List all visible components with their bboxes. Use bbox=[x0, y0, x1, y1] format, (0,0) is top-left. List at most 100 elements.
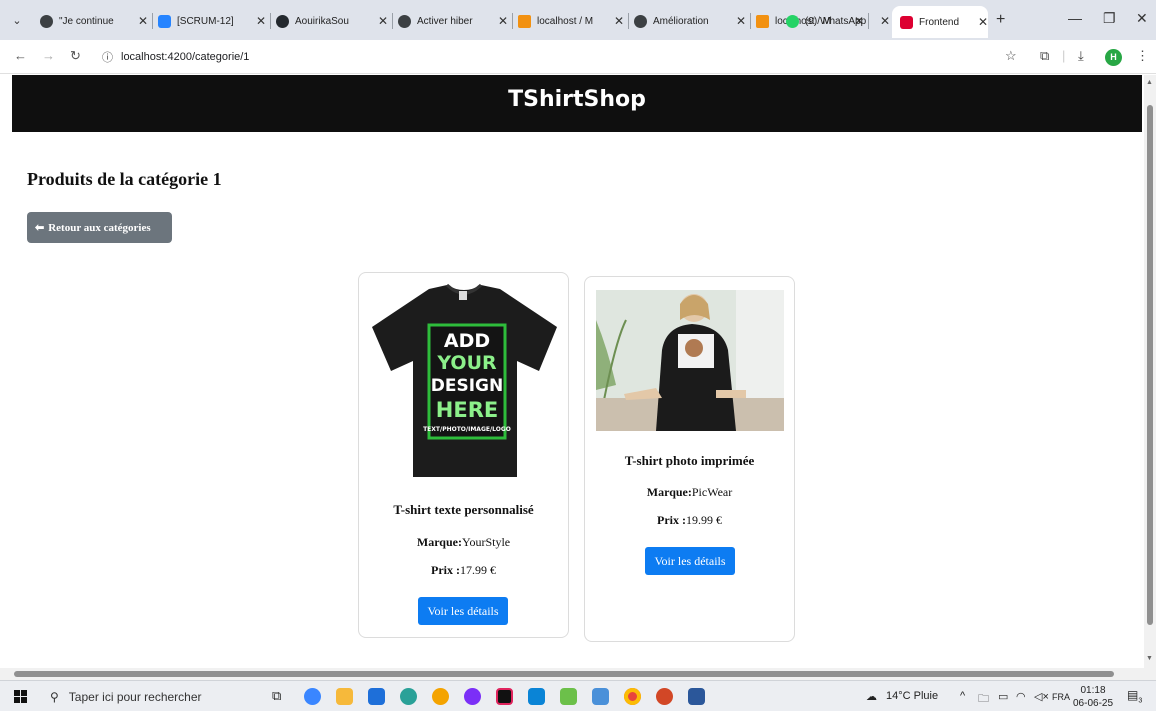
app-icon[interactable] bbox=[432, 688, 449, 705]
profile-avatar[interactable]: H bbox=[1105, 49, 1122, 66]
address-bar: ← → ↻ ⓘ localhost:4200/categorie/1 ☆ ⧉ |… bbox=[0, 40, 1156, 74]
tab-label: "Je continue bbox=[59, 15, 114, 27]
browser-tab[interactable]: [SCRUM-12] ✕ bbox=[158, 9, 266, 33]
file-explorer-icon[interactable] bbox=[336, 688, 353, 705]
close-tab-icon[interactable]: ✕ bbox=[614, 14, 624, 28]
github-favicon-icon bbox=[276, 14, 289, 28]
volume-icon[interactable]: ◁× bbox=[1034, 690, 1049, 703]
jira-favicon-icon bbox=[158, 14, 171, 28]
product-name: T-shirt photo imprimée bbox=[624, 453, 755, 468]
weather-text[interactable]: 14°C Pluie bbox=[886, 690, 938, 702]
new-tab-button[interactable]: + bbox=[996, 11, 1005, 29]
download-icon[interactable]: ⤓ bbox=[1078, 48, 1084, 64]
product-image-photo-tshirt[interactable] bbox=[596, 290, 784, 431]
left-arrow-icon: ⬅ bbox=[35, 222, 45, 234]
forward-arrow-icon[interactable]: → bbox=[42, 48, 55, 63]
browser-tab[interactable]: Activer hiber ✕ bbox=[398, 9, 508, 33]
notification-icon[interactable]: ▤3 bbox=[1127, 688, 1143, 704]
close-tab-icon[interactable]: ✕ bbox=[978, 15, 988, 29]
browser-tab[interactable]: AouirikaSou ✕ bbox=[276, 9, 388, 33]
word-icon[interactable] bbox=[688, 688, 705, 705]
page-viewport: TShirtShop Produits de la catégorie 1 ⬅ … bbox=[0, 75, 1144, 668]
minimize-icon[interactable]: — bbox=[1068, 10, 1082, 26]
phpmyadmin-favicon-icon bbox=[518, 14, 531, 28]
back-to-categories-button[interactable]: ⬅ Retour aux catégories bbox=[27, 212, 172, 243]
restore-icon[interactable]: ❐ bbox=[1103, 10, 1116, 27]
product-card: ADD YOUR DESIGN HERE TEXT/PHOTO/IMAGE/LO… bbox=[358, 272, 569, 638]
product-image-tshirt-design[interactable]: ADD YOUR DESIGN HERE TEXT/PHOTO/IMAGE/LO… bbox=[367, 281, 562, 479]
close-tab-icon[interactable]: ✕ bbox=[256, 14, 266, 28]
language-indicator[interactable]: FRA bbox=[1052, 692, 1070, 702]
taskbar-clock[interactable]: 01:18 06-06-25 bbox=[1073, 684, 1113, 710]
clock-time: 01:18 bbox=[1080, 685, 1106, 696]
close-tab-icon[interactable]: ✕ bbox=[378, 14, 388, 28]
close-tab-icon[interactable]: ✕ bbox=[736, 14, 746, 28]
view-details-button[interactable]: Voir les détails bbox=[418, 597, 508, 625]
wifi-icon[interactable]: ◠ bbox=[1016, 690, 1026, 703]
site-brand[interactable]: TShirtShop bbox=[12, 87, 1142, 112]
tray-chevron-icon[interactable]: ^ bbox=[960, 690, 965, 702]
windows-start-icon[interactable] bbox=[14, 690, 27, 703]
tab-label: (9) WhatsApp bbox=[805, 15, 867, 27]
browser-tab[interactable]: localhost / M ✕ bbox=[518, 9, 624, 33]
site-info-icon[interactable]: ⓘ bbox=[102, 49, 113, 65]
page-title: Produits de la catégorie 1 bbox=[27, 169, 222, 189]
app-icon[interactable] bbox=[592, 688, 609, 705]
image-text: DESIGN bbox=[431, 376, 503, 396]
extensions-icon[interactable]: ⧉ bbox=[1040, 48, 1049, 64]
close-window-icon[interactable]: ✕ bbox=[1136, 10, 1148, 27]
bookmark-star-icon[interactable]: ☆ bbox=[1005, 48, 1017, 64]
weather-icon[interactable]: ☁ bbox=[866, 690, 877, 703]
browser-tab[interactable]: (9) WhatsApp ✕ bbox=[786, 9, 890, 33]
powerpoint-icon[interactable] bbox=[656, 688, 673, 705]
back-arrow-icon[interactable]: ← bbox=[14, 48, 27, 63]
search-placeholder: Taper ici pour rechercher bbox=[68, 689, 202, 704]
image-text: YOUR bbox=[436, 352, 497, 374]
close-tab-icon[interactable]: ✕ bbox=[880, 14, 890, 28]
task-view-icon[interactable]: ⧉ bbox=[272, 688, 281, 704]
app-icon[interactable] bbox=[560, 688, 577, 705]
view-details-button[interactable]: Voir les détails bbox=[645, 547, 735, 575]
image-text: HERE bbox=[436, 398, 498, 422]
image-text: TEXT/PHOTO/IMAGE/LOGO bbox=[423, 426, 511, 433]
browser-tab[interactable]: "Je continue ✕ bbox=[40, 9, 148, 33]
image-text: ADD bbox=[444, 330, 490, 352]
close-tab-icon[interactable]: ✕ bbox=[498, 14, 508, 28]
browser-tab[interactable]: Amélioration ✕ bbox=[634, 9, 746, 33]
tab-label: AouirikaSou bbox=[295, 15, 349, 27]
copilot-icon[interactable] bbox=[304, 688, 321, 705]
search-icon: ⚲ bbox=[50, 689, 59, 704]
angular-favicon-icon bbox=[900, 15, 913, 29]
product-price: Prix :17.99 € bbox=[431, 563, 496, 577]
product-price: Prix :19.99 € bbox=[657, 513, 722, 527]
favicon-icon bbox=[634, 14, 647, 28]
windows-taskbar: ⚲ Taper ici pour rechercher ⧉ ☁ 14°C Plu… bbox=[0, 680, 1156, 711]
whatsapp-favicon-icon bbox=[786, 14, 799, 28]
close-tab-icon[interactable]: ✕ bbox=[138, 14, 148, 28]
tab-search-icon[interactable]: ⌄ bbox=[8, 12, 26, 30]
browser-menu-icon[interactable]: ⋮ bbox=[1136, 48, 1149, 64]
battery-icon[interactable]: ▭ bbox=[998, 690, 1008, 703]
tab-label: Activer hiber bbox=[417, 15, 473, 27]
network-icon[interactable]: 🗀 bbox=[978, 690, 989, 709]
url-text: localhost:4200/categorie/1 bbox=[121, 51, 250, 63]
vscode-icon[interactable] bbox=[528, 688, 545, 705]
url-field[interactable]: ⓘ localhost:4200/categorie/1 bbox=[96, 45, 986, 69]
clock-date: 06-06-25 bbox=[1073, 698, 1114, 709]
tab-label: [SCRUM-12] bbox=[177, 15, 234, 27]
phpmyadmin-favicon-icon bbox=[756, 14, 769, 28]
edge-icon[interactable] bbox=[400, 688, 417, 705]
intellij-icon[interactable] bbox=[496, 688, 513, 705]
favicon-icon bbox=[40, 14, 53, 28]
taskbar-search[interactable]: ⚲ Taper ici pour rechercher bbox=[40, 684, 250, 709]
tab-label: localhost / M bbox=[537, 15, 594, 27]
reload-icon[interactable]: ↻ bbox=[70, 48, 81, 64]
app-icon[interactable] bbox=[464, 688, 481, 705]
vertical-scrollbar[interactable]: ▲ ▼ bbox=[1144, 75, 1156, 668]
tab-label: Frontend bbox=[919, 16, 960, 28]
product-name: T-shirt texte personnalisé bbox=[393, 502, 534, 517]
chrome-icon[interactable] bbox=[624, 688, 641, 705]
mail-icon[interactable] bbox=[368, 688, 385, 705]
horizontal-scrollbar[interactable] bbox=[0, 668, 1156, 680]
browser-tab-active[interactable]: Frontend ✕ bbox=[892, 6, 988, 38]
